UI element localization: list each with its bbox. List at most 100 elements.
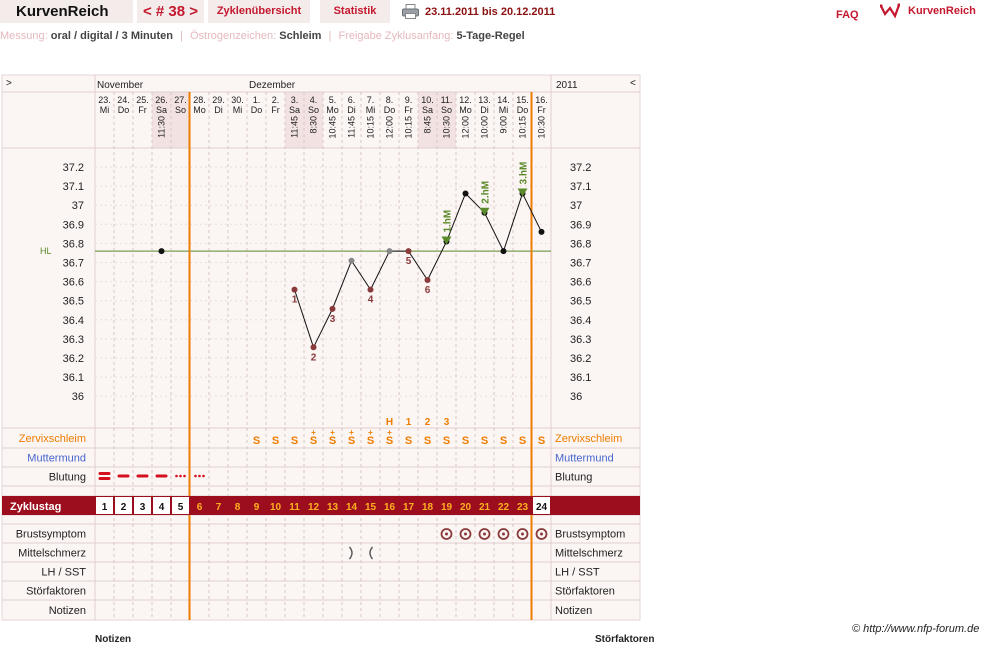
high-measurement-label: 2.hM: [481, 181, 492, 204]
day-weekday: Di: [214, 105, 223, 115]
mucus-symbol: S: [500, 435, 507, 447]
mucus-symbol: S: [443, 435, 450, 447]
day-date: 3.: [291, 95, 299, 105]
low-value-number: 2: [311, 352, 317, 363]
day-weekday: Mo: [459, 105, 472, 115]
breast-symptom-icon-dot: [464, 532, 467, 536]
day-weekday: Fr: [537, 105, 546, 115]
day-date: 9.: [405, 95, 413, 105]
y-tick-right: 36.9: [570, 219, 591, 231]
temp-point: [158, 248, 165, 255]
y-tick-left: 36.6: [63, 277, 84, 289]
row-label-cervix: Muttermund: [27, 453, 86, 465]
y-tick-left: 36.5: [63, 296, 84, 308]
cycle-chart: > <2011November Dezember23.Mi24.Do25.Fr26.…: [1, 74, 641, 621]
day-date: 10.: [421, 95, 434, 105]
cycle-day-number: 2: [121, 502, 127, 513]
row-label-right-bleeding: Blutung: [555, 472, 592, 484]
bleeding-spotting: [202, 474, 205, 478]
day-date: 26.: [155, 95, 168, 105]
cycle-day-number: 13: [327, 502, 339, 513]
cycle-day-number: 9: [254, 502, 260, 513]
cycle-day-number: 6: [197, 502, 203, 513]
y-tick-left: 36.1: [63, 372, 84, 384]
row-label-breast: Brustsymptom: [16, 529, 86, 541]
cover-line-label: HL: [40, 246, 52, 256]
mucus-symbol: S: [538, 435, 545, 447]
y-tick-left: 37.2: [63, 162, 84, 174]
mucus-symbol: S: [481, 435, 488, 447]
y-tick-right: 37.1: [570, 181, 591, 193]
breast-symptom-icon-dot: [521, 532, 524, 536]
day-time: 10:30: [442, 116, 452, 139]
temp-point: [405, 248, 412, 255]
day-weekday: So: [175, 105, 186, 115]
day-weekday: Mi: [366, 105, 376, 115]
row-label-disturb: Störfaktoren: [26, 586, 86, 598]
temp-point: [329, 305, 336, 312]
cycle-day-number: 3: [140, 502, 146, 513]
row-label-lh: LH / SST: [41, 567, 86, 579]
bleeding-spotting: [183, 474, 186, 478]
day-time: 10:15: [366, 116, 376, 139]
day-time: 8:30: [309, 116, 319, 134]
day-weekday: Do: [118, 105, 130, 115]
day-date: 14.: [497, 95, 510, 105]
day-date: 2.: [272, 95, 280, 105]
day-weekday: Sa: [289, 105, 300, 115]
row-label-bleeding: Blutung: [49, 472, 86, 484]
mucus-count-label: 2: [425, 417, 431, 428]
cycle-day-number: 18: [422, 502, 434, 513]
day-weekday: Di: [480, 105, 489, 115]
day-time: 11:30: [157, 116, 167, 138]
y-tick-right: 36.4: [570, 315, 591, 327]
day-time: 10:15: [518, 116, 528, 139]
day-time: 10:00: [480, 116, 490, 139]
breast-symptom-icon-dot: [445, 532, 448, 536]
day-weekday: So: [308, 105, 319, 115]
row-label-right-midpain: Mittelschmerz: [555, 548, 623, 560]
day-date: 16.: [535, 95, 548, 105]
day-date: 7.: [367, 95, 375, 105]
credit-link[interactable]: © http://www.nfp-forum.de: [852, 623, 979, 635]
temp-point: [500, 248, 507, 255]
bleeding-spotting: [179, 474, 182, 478]
left-toggle: >: [6, 78, 12, 89]
breast-symptom-icon-dot: [540, 532, 543, 536]
y-tick-left: 37.1: [63, 181, 84, 193]
cycle-day-number: 15: [365, 502, 377, 513]
day-date: 27.: [174, 95, 187, 105]
bleeding-normal: [117, 474, 130, 478]
y-tick-right: 36.6: [570, 277, 591, 289]
high-measurement-label: 1.hM: [443, 210, 454, 233]
day-date: 23.: [98, 95, 111, 105]
y-tick-left: 37: [72, 200, 84, 212]
bleeding-spotting: [175, 474, 178, 478]
day-time: 12:00: [385, 116, 395, 139]
mucus-symbol: S: [272, 435, 279, 447]
y-tick-right: 36.3: [570, 334, 591, 346]
mucus-symbol: S: [253, 435, 260, 447]
cycle-day-number: 11: [289, 502, 300, 513]
cycle-day-number: 19: [441, 502, 453, 513]
day-weekday: Do: [384, 105, 396, 115]
day-time: 9:00: [499, 116, 509, 134]
day-weekday: Mo: [193, 105, 206, 115]
row-label-right-disturb: Störfaktoren: [555, 586, 615, 598]
y-tick-right: 36.1: [570, 372, 591, 384]
y-tick-right: 36: [570, 391, 582, 403]
y-tick-left: 36: [72, 391, 84, 403]
day-weekday: Sa: [156, 105, 167, 115]
cycle-day-number: 22: [498, 502, 510, 513]
day-weekday: Fr: [271, 105, 280, 115]
day-weekday: Mo: [326, 105, 339, 115]
day-weekday: Do: [251, 105, 263, 115]
cycle-day-number: 20: [460, 502, 472, 513]
day-weekday: Do: [517, 105, 529, 115]
temp-point: [386, 248, 393, 255]
temp-point: [348, 257, 355, 264]
day-date: 12.: [459, 95, 472, 105]
cycle-day-number: 1: [102, 502, 108, 513]
y-tick-left: 36.4: [63, 315, 84, 327]
temp-point: [367, 286, 374, 293]
